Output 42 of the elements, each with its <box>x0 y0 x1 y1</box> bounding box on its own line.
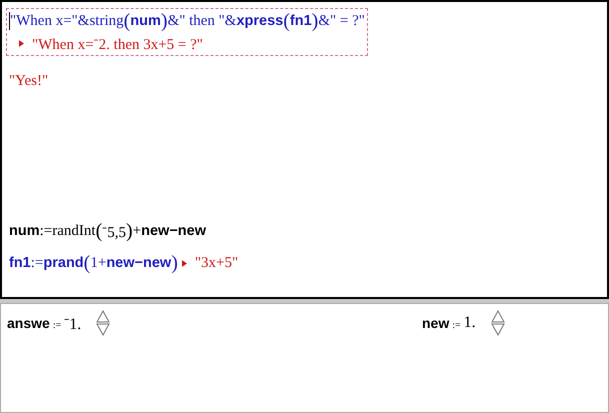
spinner-arrows-icon[interactable] <box>96 310 110 336</box>
math-entry[interactable]: "When x="&string(num)&" then "&xpress(fn1)&" = ?" "When x=⁻2. then 3x+5 = ?" <box>6 8 368 56</box>
result-arrow-icon <box>182 260 187 266</box>
variable-name: prand <box>43 255 84 271</box>
expression-text: ⁻5,5 <box>102 224 126 242</box>
expression-text: "Yes!" <box>9 72 48 90</box>
parenthesis: ) <box>126 220 133 242</box>
variable-name: fn1 <box>9 255 31 271</box>
slider-value: ⁻1. <box>64 315 82 334</box>
parenthesis: ) <box>160 10 168 32</box>
result-text: "3x+5" <box>194 254 238 272</box>
expression-text: &" then "& <box>168 12 236 30</box>
expression-text: "When x="&string <box>10 12 124 30</box>
spinner-arrows-icon[interactable] <box>490 310 505 336</box>
variable-name: new <box>422 315 450 331</box>
expression-text: + <box>132 222 142 240</box>
variable-name: num <box>130 13 161 29</box>
expression-text: :=randInt <box>40 222 96 240</box>
slider-value: 1. <box>464 314 476 332</box>
assign-symbol: := <box>452 320 461 331</box>
expression-text: &" = ?" <box>318 12 365 30</box>
result-arrow-icon <box>19 40 24 46</box>
assign-symbol: := <box>52 320 62 331</box>
variable-name: new−new <box>106 255 172 271</box>
math-entry[interactable]: num:=randInt(⁻5,5)+new−new <box>6 218 209 244</box>
parenthesis: ) <box>171 252 178 274</box>
variable-name: num <box>9 223 40 239</box>
parenthesis: ( <box>283 10 290 32</box>
math-entry[interactable]: "Yes!" <box>6 68 52 94</box>
variable-name: xpress <box>236 13 284 29</box>
math-entry[interactable]: fn1:=prand(1+new−new) "3x+5" <box>6 250 242 276</box>
expression-text: := <box>30 254 44 272</box>
parenthesis: ( <box>96 220 102 242</box>
parenthesis: ( <box>84 252 90 274</box>
variable-name: fn1 <box>290 13 312 29</box>
variable-name: new−new <box>141 223 206 239</box>
result-text: "When x=⁻2. then 3x+5 = ?" <box>32 36 203 54</box>
expression-text: 1+ <box>90 254 106 272</box>
text-cursor <box>9 12 10 30</box>
parenthesis: ) <box>312 10 318 32</box>
parenthesis: ( <box>124 10 130 32</box>
variable-name: answe <box>7 315 50 331</box>
